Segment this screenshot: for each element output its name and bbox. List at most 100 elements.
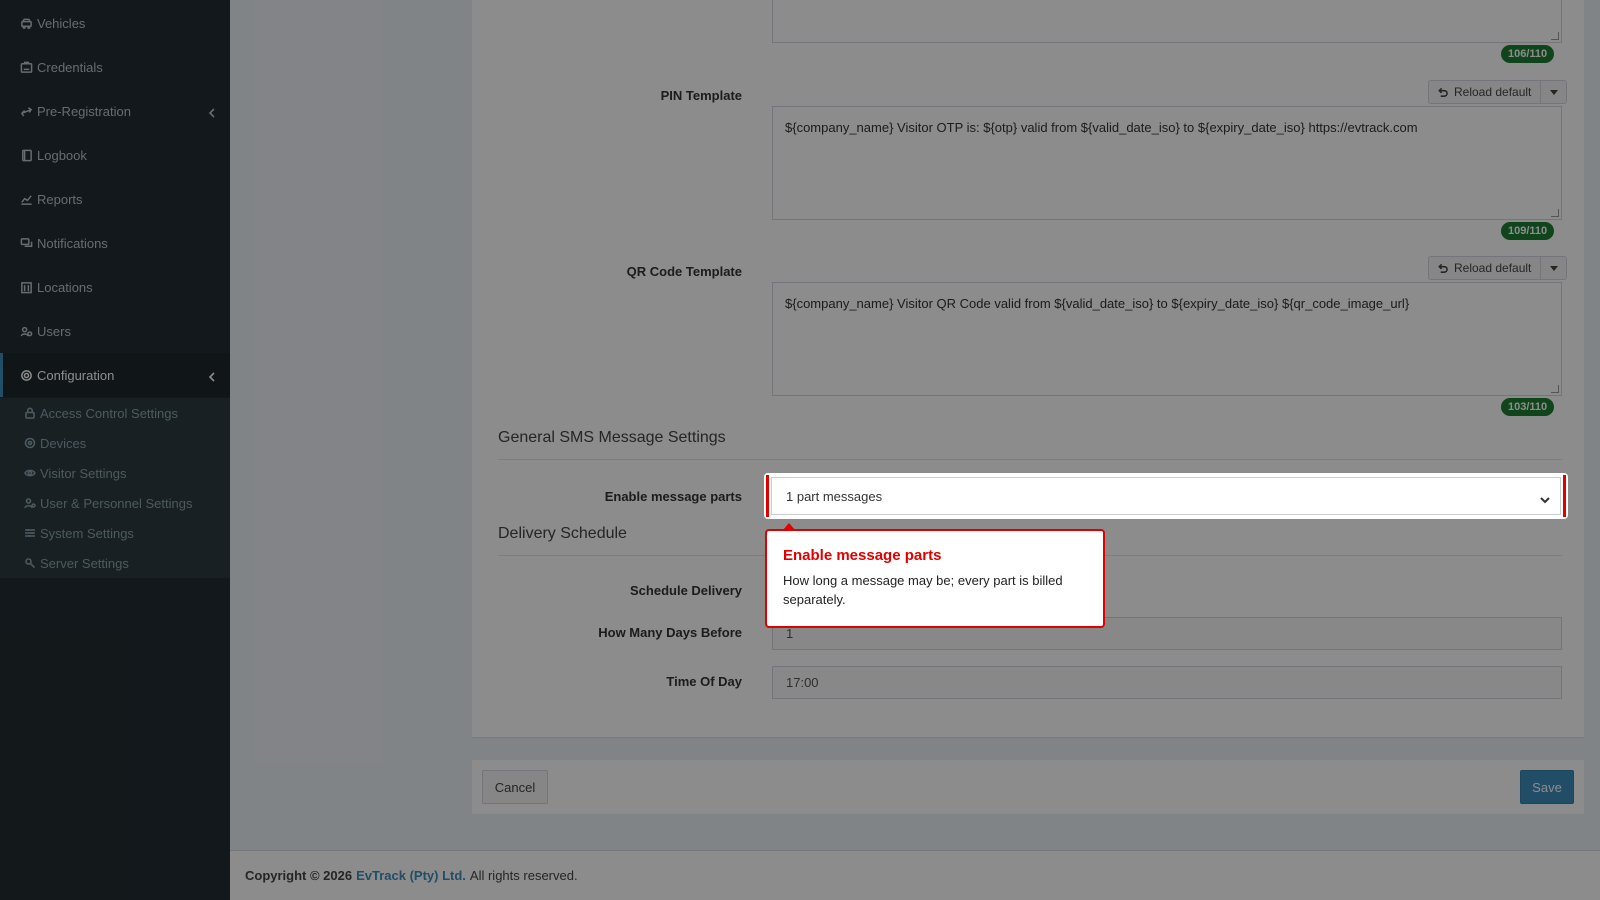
main-content: 106/110 PIN Template Reload default ${co…	[230, 0, 1600, 900]
sidebar-item-label: Pre-Registration	[37, 103, 131, 119]
building-icon	[19, 280, 33, 294]
device-icon	[23, 436, 37, 450]
sidebar-item-vehicles[interactable]: Vehicles	[0, 1, 230, 45]
sidebar-item-label: Users	[37, 323, 71, 339]
sidebar-item-label: Vehicles	[37, 15, 86, 31]
submenu-item-label: User & Personnel Settings	[40, 495, 193, 511]
pin-reload-default-button[interactable]: Reload default	[1428, 80, 1542, 104]
resize-grip-icon	[1551, 385, 1559, 393]
tooltip-title: Enable message parts	[783, 547, 942, 564]
qr-template-value: ${company_name} Visitor QR Code valid fr…	[785, 296, 1410, 311]
chevron-left-icon	[208, 370, 216, 382]
chart-icon	[19, 192, 33, 206]
tooltip-body: How long a message may be; every part is…	[783, 573, 1063, 607]
submenu-item-label: System Settings	[40, 525, 134, 541]
company-link[interactable]: EvTrack (Pty) Ltd.	[356, 868, 466, 883]
submenu-item-access-control[interactable]: Access Control Settings	[0, 398, 230, 428]
resize-grip-icon	[1551, 32, 1559, 40]
cancel-button[interactable]: Cancel	[482, 770, 548, 804]
sidebar-item-label: Logbook	[37, 147, 87, 163]
user-cog-icon	[23, 496, 37, 510]
sidebar-item-notifications[interactable]: Notifications	[0, 221, 230, 265]
time-of-day-value: 17:00	[786, 675, 819, 690]
sidebar: Vehicles Credentials Pre-Registration Lo…	[0, 0, 230, 900]
sidebar-item-label: Notifications	[37, 235, 108, 251]
users-icon	[19, 324, 33, 338]
chevron-left-icon	[208, 106, 216, 118]
resize-grip-icon	[1551, 209, 1559, 217]
submenu-item-label: Visitor Settings	[40, 465, 127, 481]
configuration-submenu: Access Control Settings Devices Visitor …	[0, 398, 230, 578]
tour-tooltip: Enable message parts How long a message …	[765, 523, 1105, 628]
submenu-item-visitor-settings[interactable]: Visitor Settings	[0, 458, 230, 488]
submenu-item-server-settings[interactable]: Server Settings	[0, 548, 230, 578]
tour-highlight: 1 part messages	[764, 473, 1568, 519]
submenu-item-system-settings[interactable]: System Settings	[0, 518, 230, 548]
save-button[interactable]: Save	[1520, 770, 1574, 804]
book-icon	[19, 148, 33, 162]
general-sms-section-title: General SMS Message Settings	[498, 429, 726, 446]
submenu-item-devices[interactable]: Devices	[0, 428, 230, 458]
pin-template-value: ${company_name} Visitor OTP is: ${otp} v…	[785, 120, 1418, 135]
qr-template-label: QR Code Template	[626, 264, 742, 279]
gear-icon	[19, 368, 33, 382]
id-card-icon	[19, 60, 33, 74]
enable-message-parts-value: 1 part messages	[786, 488, 883, 504]
qr-reload-default-button[interactable]: Reload default	[1428, 256, 1542, 280]
chevron-down-icon	[1540, 492, 1550, 504]
submenu-item-user-personnel[interactable]: User & Personnel Settings	[0, 488, 230, 518]
sidebar-item-label: Credentials	[37, 59, 103, 75]
schedule-delivery-label: Schedule Delivery	[630, 583, 742, 598]
car-icon	[19, 16, 33, 30]
pin-template-textarea[interactable]: ${company_name} Visitor OTP is: ${otp} v…	[772, 106, 1562, 220]
sidebar-item-label: Reports	[37, 191, 83, 207]
form-actions-bar: Cancel Save	[472, 760, 1584, 814]
qr-reload-dropdown-toggle[interactable]	[1541, 256, 1568, 280]
sidebar-item-configuration[interactable]: Configuration	[0, 353, 230, 397]
copyright-text: Copyright © 2026	[245, 868, 353, 883]
enable-message-parts-label: Enable message parts	[604, 489, 742, 504]
time-of-day-input[interactable]: 17:00	[772, 666, 1562, 699]
caret-down-icon	[1549, 265, 1558, 271]
char-counter-badge: 109/110	[1501, 222, 1555, 240]
pin-template-label: PIN Template	[660, 88, 742, 103]
server-cog-icon	[23, 556, 37, 570]
sidebar-item-credentials[interactable]: Credentials	[0, 45, 230, 89]
sidebar-item-reports[interactable]: Reports	[0, 177, 230, 221]
pin-reload-group: Reload default	[1428, 80, 1568, 104]
reload-label: Reload default	[1454, 261, 1532, 275]
reload-label: Reload default	[1454, 85, 1532, 99]
lock-icon	[23, 406, 37, 420]
comments-icon	[19, 236, 33, 250]
page-footer: Copyright © 2026 EvTrack (Pty) Ltd. All …	[230, 850, 1600, 900]
sidebar-item-pre-registration[interactable]: Pre-Registration	[0, 89, 230, 133]
delivery-schedule-section-title: Delivery Schedule	[498, 525, 627, 542]
rights-text: All rights reserved.	[469, 868, 578, 883]
qr-reload-group: Reload default	[1428, 256, 1568, 280]
template-textarea-top[interactable]	[772, 0, 1562, 43]
qr-template-textarea[interactable]: ${company_name} Visitor QR Code valid fr…	[772, 282, 1562, 396]
caret-down-icon	[1549, 89, 1558, 95]
pin-reload-dropdown-toggle[interactable]	[1541, 80, 1568, 104]
sliders-icon	[23, 526, 37, 540]
section-divider	[498, 459, 1562, 460]
undo-icon	[1438, 263, 1448, 273]
sidebar-item-label: Locations	[37, 279, 93, 295]
enable-message-parts-select[interactable]: 1 part messages	[771, 477, 1561, 515]
char-counter-badge: 103/110	[1501, 398, 1555, 416]
time-of-day-label: Time Of Day	[666, 674, 742, 689]
submenu-item-label: Access Control Settings	[40, 405, 179, 421]
exchange-icon	[19, 104, 33, 118]
submenu-item-label: Server Settings	[40, 555, 129, 571]
sidebar-item-label: Configuration	[37, 367, 115, 383]
days-before-value: 1	[786, 626, 794, 641]
undo-icon	[1438, 87, 1448, 97]
sidebar-item-logbook[interactable]: Logbook	[0, 133, 230, 177]
sidebar-item-locations[interactable]: Locations	[0, 265, 230, 309]
days-before-label: How Many Days Before	[598, 625, 742, 640]
eye-icon	[23, 466, 37, 480]
sidebar-item-users[interactable]: Users	[0, 309, 230, 353]
char-counter-badge: 106/110	[1501, 45, 1555, 63]
submenu-item-label: Devices	[40, 435, 87, 451]
enable-message-parts-select-wrap: 1 part messages	[766, 475, 1566, 517]
